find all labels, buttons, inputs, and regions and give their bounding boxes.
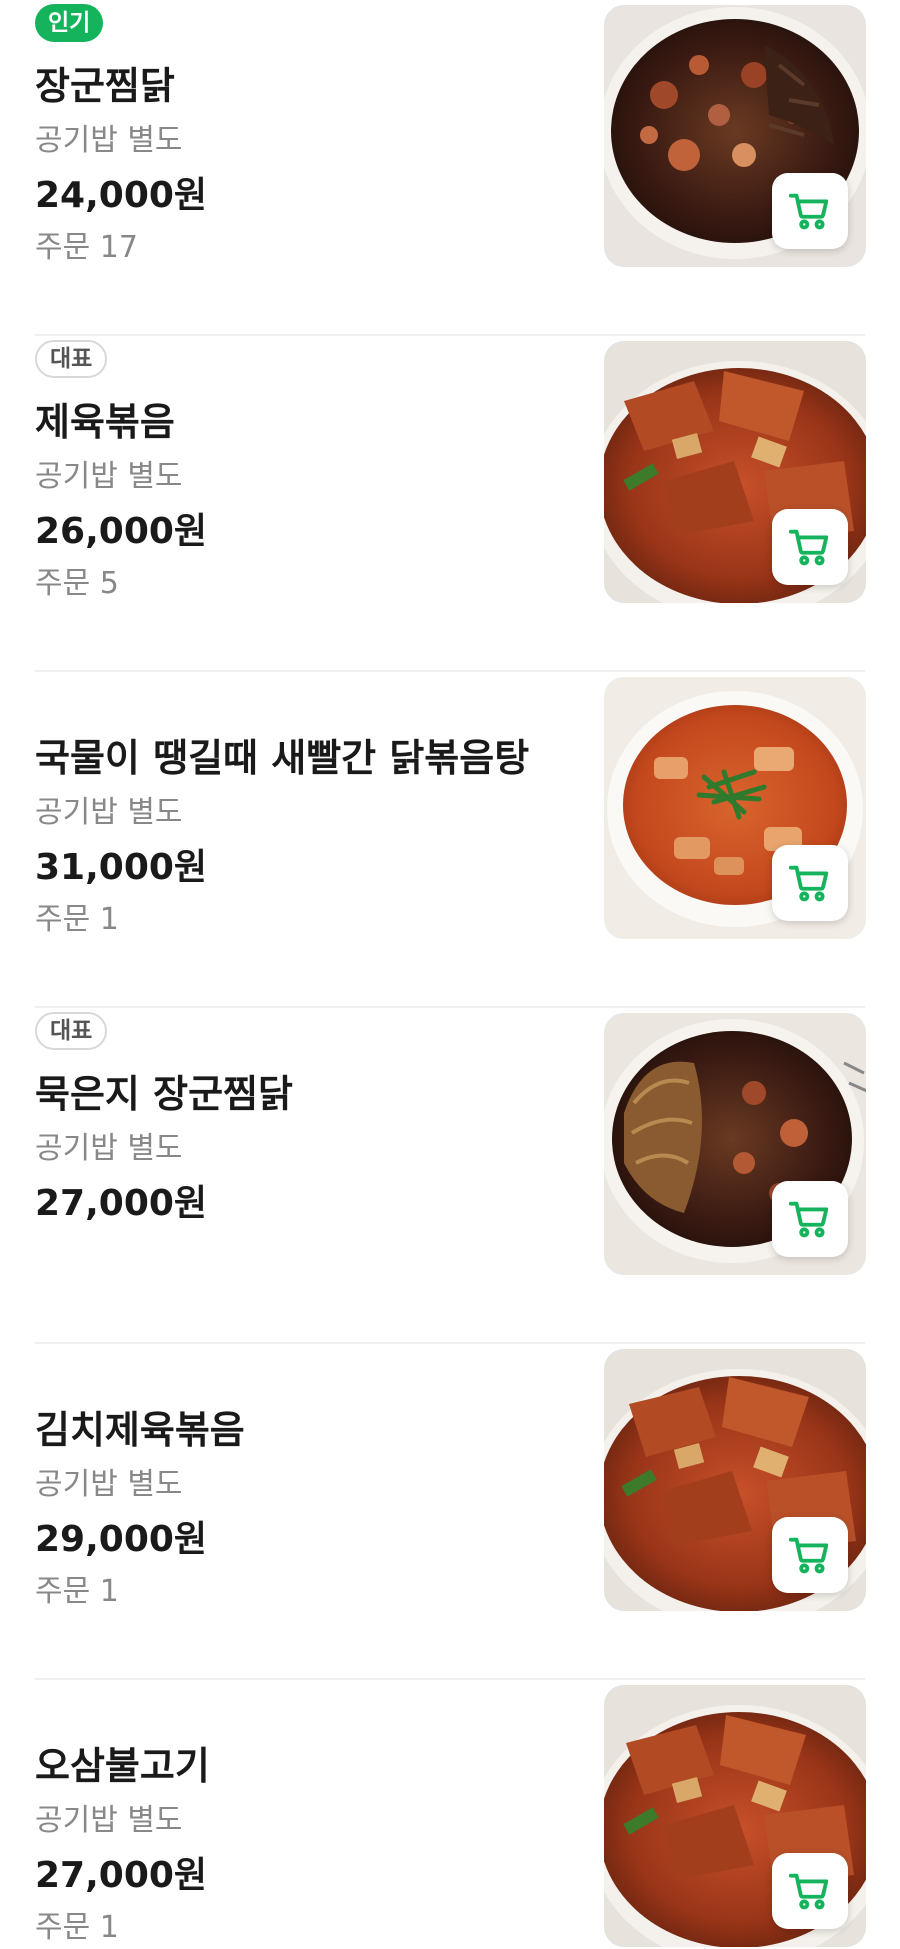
cart-icon <box>788 1201 829 1238</box>
menu-item-description: 공기밥 별도 <box>35 795 183 830</box>
menu-item-kimchi-jeyuk[interactable]: 김치제육볶음 공기밥 별도 29,000원 주문 1 <box>0 1344 900 1680</box>
popular-badge: 인기 <box>35 4 104 42</box>
add-to-cart-button[interactable] <box>772 1853 848 1929</box>
menu-item-description: 공기밥 별도 <box>35 1131 183 1166</box>
add-to-cart-button[interactable] <box>772 509 848 585</box>
menu-item-price: 31,000원 <box>35 847 208 888</box>
menu-item-price: 26,000원 <box>35 511 208 552</box>
add-to-cart-button[interactable] <box>772 1517 848 1593</box>
menu-list: 인기 장군찜닭 공기밥 별도 24,000원 주문 17 대표 제육볶음 공기밥… <box>0 0 900 1949</box>
menu-item-order-count: 주문 1 <box>35 902 119 937</box>
menu-item-name: 제육볶음 <box>35 400 175 444</box>
menu-item-description: 공기밥 별도 <box>35 459 183 494</box>
menu-item-dakbokkeumtang[interactable]: 국물이 땡길때 새빨간 닭볶음탕 공기밥 별도 31,000원 주문 1 <box>0 672 900 1008</box>
menu-item-price: 27,000원 <box>35 1183 208 1224</box>
menu-item-price: 27,000원 <box>35 1855 208 1896</box>
menu-item-photo[interactable] <box>604 341 866 603</box>
menu-item-photo[interactable] <box>604 5 866 267</box>
cart-icon <box>788 193 829 230</box>
cart-icon <box>788 1537 829 1574</box>
menu-item-name: 김치제육볶음 <box>35 1408 245 1452</box>
menu-item-photo[interactable] <box>604 1685 866 1947</box>
menu-item-price: 24,000원 <box>35 175 208 216</box>
add-to-cart-button[interactable] <box>772 845 848 921</box>
add-to-cart-button[interactable] <box>772 173 848 249</box>
menu-item-description: 공기밥 별도 <box>35 123 183 158</box>
menu-item-order-count: 주문 5 <box>35 566 119 601</box>
menu-item-order-count: 주문 1 <box>35 1910 119 1945</box>
cart-icon <box>788 865 829 902</box>
menu-item-description: 공기밥 별도 <box>35 1803 183 1838</box>
menu-item-jangun-jjimdak[interactable]: 인기 장군찜닭 공기밥 별도 24,000원 주문 17 <box>0 0 900 336</box>
menu-item-name: 국물이 땡길때 새빨간 닭볶음탕 <box>35 736 530 780</box>
menu-item-name: 묵은지 장군찜닭 <box>35 1072 293 1116</box>
menu-item-photo[interactable] <box>604 1349 866 1611</box>
cart-icon <box>788 1873 829 1910</box>
signature-badge: 대표 <box>35 1012 108 1050</box>
menu-item-name: 오삼불고기 <box>35 1744 210 1788</box>
menu-item-mukeunji-jjimdak[interactable]: 대표 묵은지 장군찜닭 공기밥 별도 27,000원 <box>0 1008 900 1344</box>
menu-item-photo[interactable] <box>604 1013 866 1275</box>
menu-item-order-count: 주문 17 <box>35 230 138 265</box>
menu-item-name: 장군찜닭 <box>35 64 175 108</box>
menu-item-description: 공기밥 별도 <box>35 1467 183 1502</box>
cart-icon <box>788 529 829 566</box>
add-to-cart-button[interactable] <box>772 1181 848 1257</box>
menu-item-price: 29,000원 <box>35 1519 208 1560</box>
menu-item-order-count: 주문 1 <box>35 1574 119 1609</box>
menu-item-photo[interactable] <box>604 677 866 939</box>
menu-item-osam-bulgogi[interactable]: 오삼불고기 공기밥 별도 27,000원 주문 1 <box>0 1680 900 1949</box>
signature-badge: 대표 <box>35 340 108 378</box>
menu-item-jeyuk-bokkeum[interactable]: 대표 제육볶음 공기밥 별도 26,000원 주문 5 <box>0 336 900 672</box>
